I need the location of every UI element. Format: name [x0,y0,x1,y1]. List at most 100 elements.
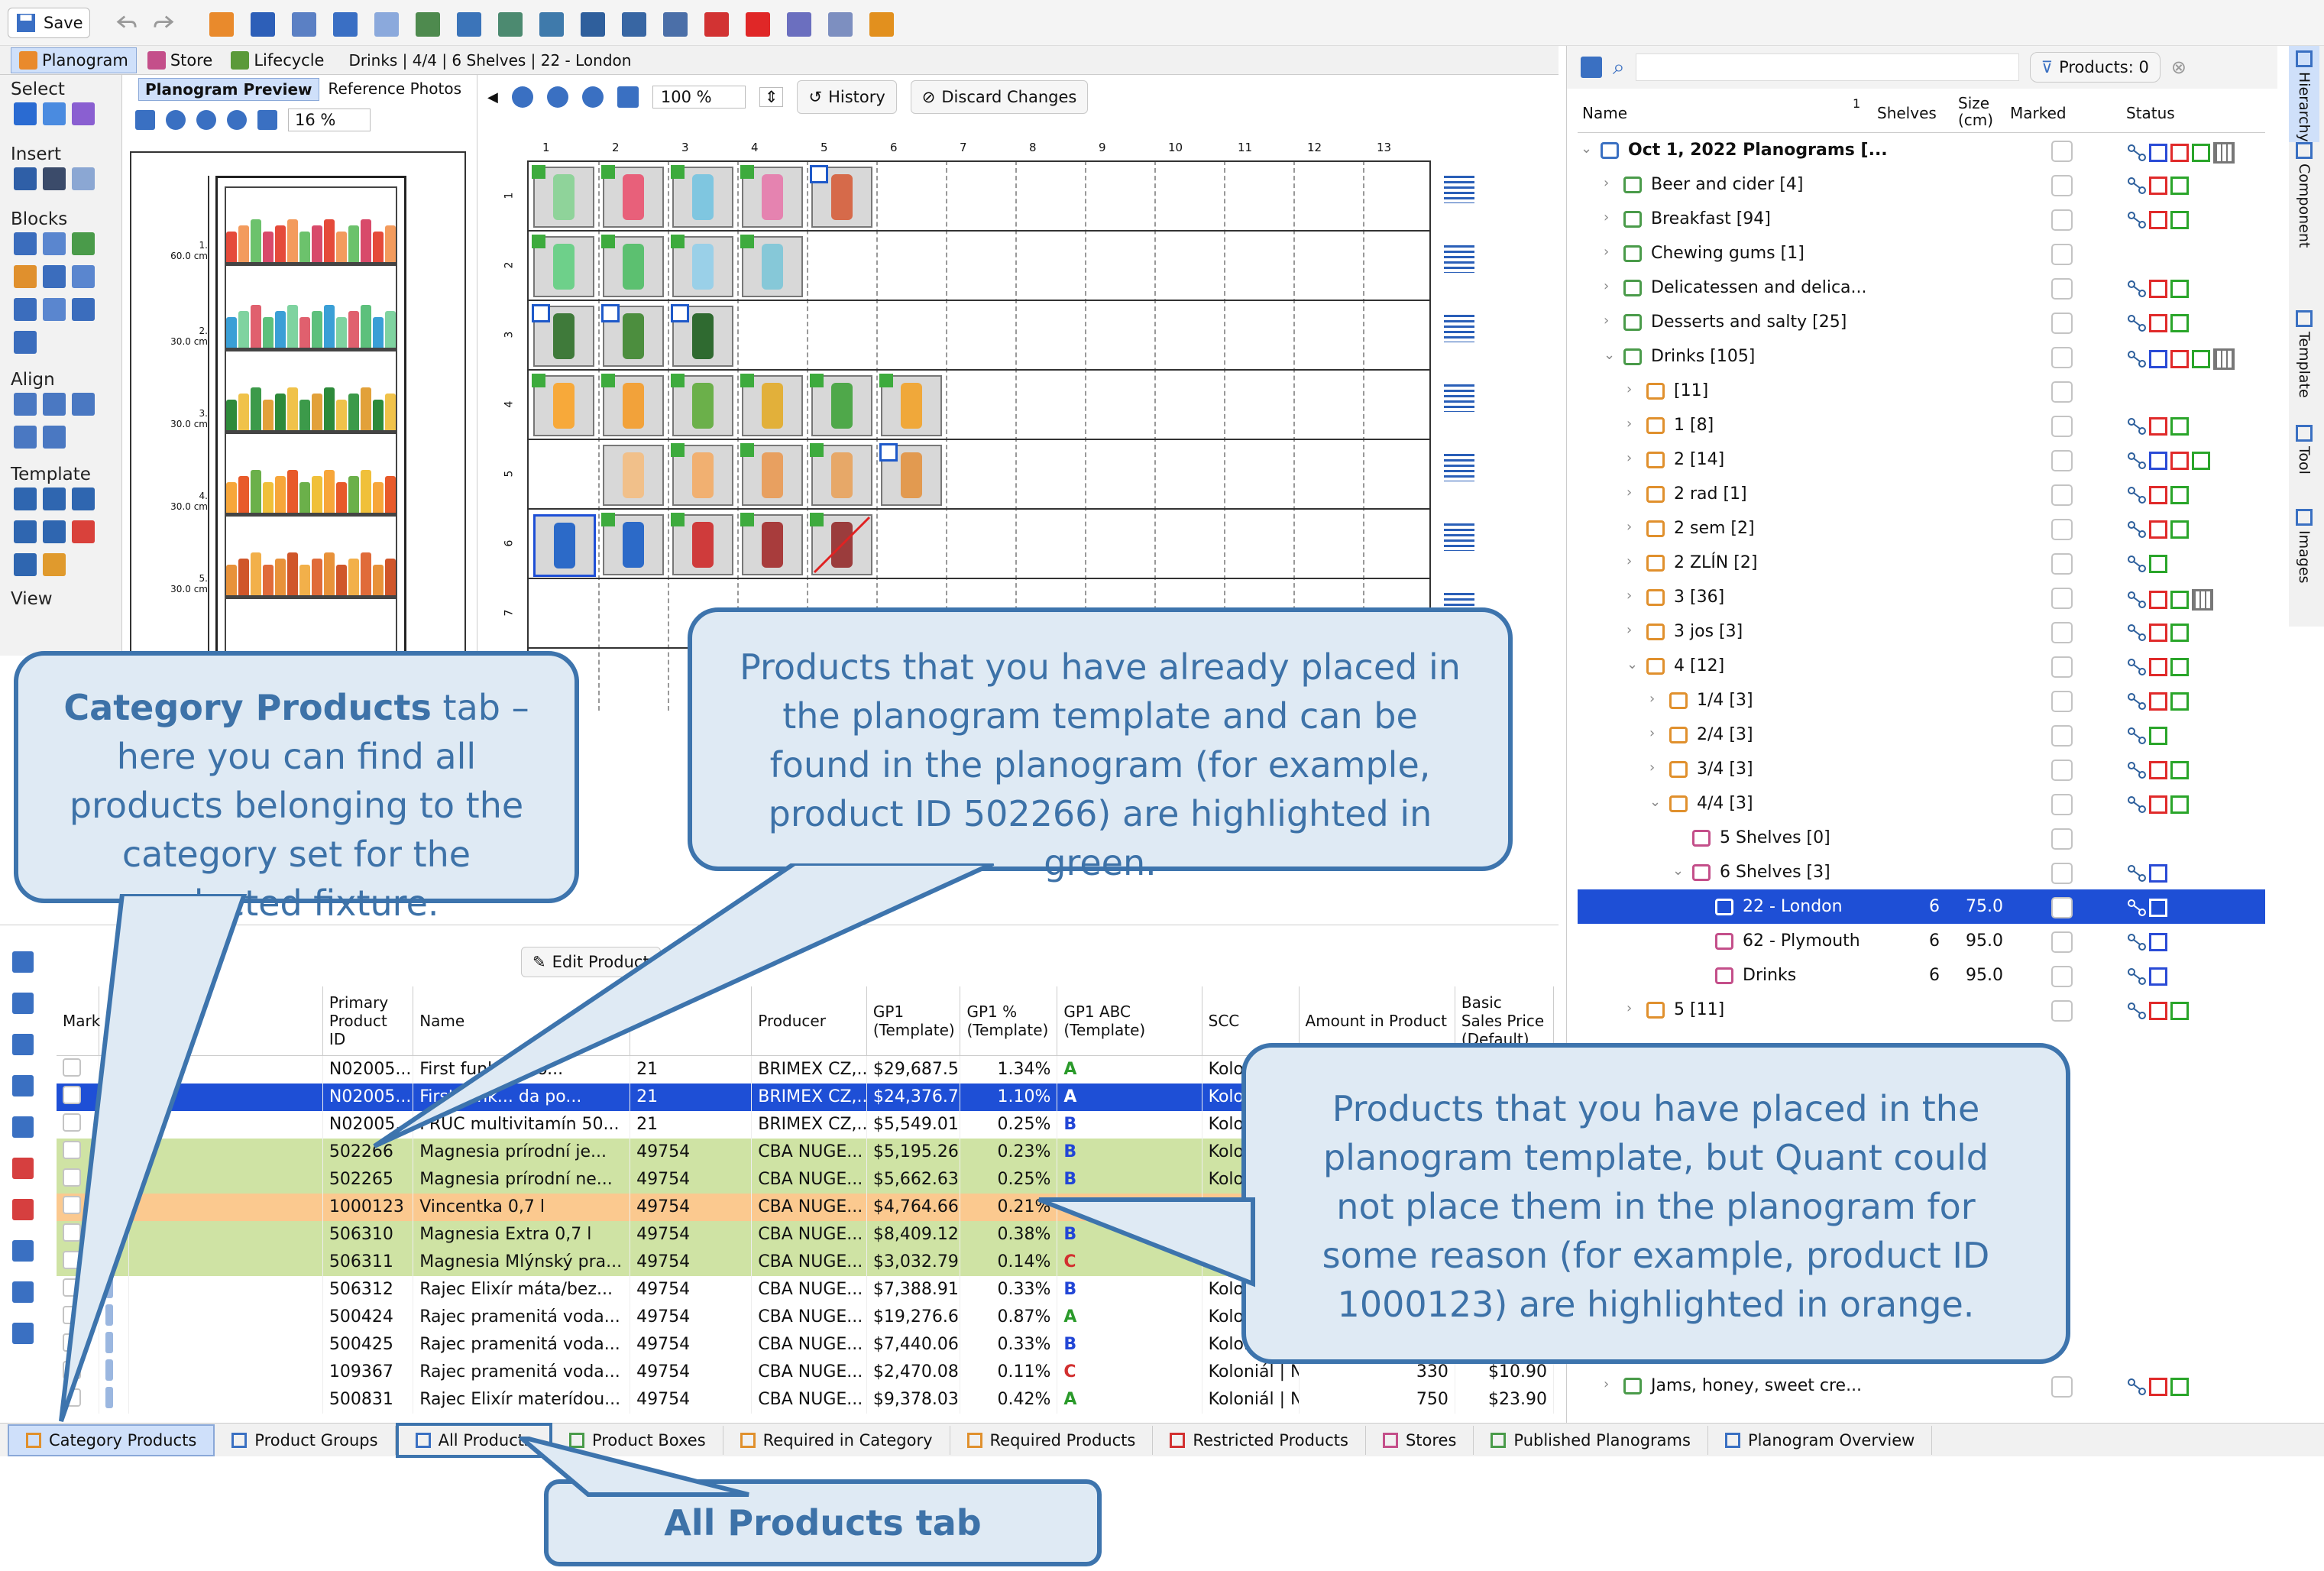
block-icon-3[interactable] [72,232,95,255]
block-icon-7[interactable] [43,298,66,321]
tree-row[interactable]: › 1/4 [3] [1578,683,2265,717]
marked-checkbox[interactable] [2051,278,2073,300]
chevron-right-icon[interactable]: › [1604,209,1609,225]
tree-row[interactable]: ⌄ 4/4 [3] [1578,786,2265,821]
planogram-product-tile[interactable] [671,235,733,297]
chevron-right-icon[interactable]: › [1604,244,1609,260]
product-tool-icon-2[interactable] [12,993,34,1014]
zoom-stepper-icon[interactable]: ⇕ [759,87,784,107]
marked-checkbox[interactable] [2051,897,2073,918]
planogram-product-tile[interactable] [740,513,803,575]
template-icon-7[interactable] [14,553,37,576]
shelf-handle-icon[interactable] [1444,384,1474,412]
map-icon[interactable] [622,12,646,37]
columns-icon[interactable] [292,12,316,37]
marked-checkbox[interactable] [2051,381,2073,403]
chevron-down-icon[interactable]: ⌄ [1581,141,1592,157]
planogram-product-tile[interactable] [533,514,596,577]
align-left-icon[interactable] [14,393,37,416]
tree-row[interactable]: › Beer and cider [4] [1578,167,2265,202]
marked-checkbox[interactable] [2051,209,2073,231]
redo-icon[interactable] [151,12,176,34]
table-icon[interactable] [581,12,605,37]
tree-row[interactable]: › 2/4 [3] [1578,717,2265,752]
tree-row[interactable]: › 2 sem [2] [1578,511,2265,546]
planogram-product-tile[interactable] [603,445,664,506]
planogram-product-tile[interactable] [601,165,664,228]
tree-row[interactable]: › Chewing gums [1] [1578,236,2265,270]
arrange-icon[interactable] [416,12,440,37]
tree-row[interactable]: › 5 [11] [1578,993,2265,1027]
select-area-icon[interactable] [72,102,95,125]
chevron-right-icon[interactable]: › [1649,691,1655,707]
marked-checkbox[interactable] [2051,828,2073,850]
editor-fit-icon[interactable] [617,86,639,108]
clear-filter-icon[interactable]: ⊗ [2171,57,2186,78]
marked-checkbox[interactable] [2051,760,2073,781]
camera-icon[interactable] [333,12,358,37]
planogram-product-tile[interactable] [879,443,942,506]
marked-checkbox[interactable] [2051,588,2073,609]
block-icon-6[interactable] [72,265,95,288]
marked-checkbox[interactable] [2051,931,2073,953]
tree-row[interactable]: ⌄ Oct 1, 2022 Planograms [... [1578,133,2265,167]
zoom-fit-icon[interactable] [227,110,247,130]
tab-planogram[interactable]: Planogram [11,47,137,73]
bottom-tab-published-planograms[interactable]: Published Planograms [1474,1425,1708,1455]
tree-row[interactable]: ⌄ 4 [12] [1578,649,2265,683]
collapse-left-icon[interactable]: ◀ [487,89,498,105]
home-icon[interactable] [663,12,688,37]
history-button[interactable]: ↺ History [797,80,897,114]
tree-row[interactable]: › Breakfast [94] [1578,202,2265,236]
magic-icon[interactable] [787,12,811,37]
marked-checkbox[interactable] [2051,966,2073,987]
block-icon-1[interactable] [14,232,37,255]
shelf-handle-icon[interactable] [1444,245,1474,273]
planogram-product-tile[interactable] [671,165,733,228]
marked-checkbox[interactable] [2051,347,2073,368]
chevron-right-icon[interactable]: › [1626,450,1632,466]
shelves-icon[interactable] [251,12,275,37]
side-tab-tool[interactable]: Tool [2289,420,2319,475]
tree-row[interactable]: › Desserts and salty [25] [1578,305,2265,339]
planogram-product-tile[interactable] [671,374,733,436]
tree-row[interactable]: › Jams, honey, sweet cre... [1578,1369,2265,1403]
marked-checkbox[interactable] [2051,794,2073,815]
planogram-product-tile[interactable] [810,513,872,575]
col-marked[interactable]: Marked [2010,104,2067,122]
planogram-product-tile[interactable] [532,235,594,297]
marked-checkbox[interactable] [2051,313,2073,334]
layout-icon[interactable] [457,12,481,37]
planogram-product-tile[interactable] [601,374,664,436]
col-status[interactable]: Status [2126,104,2175,122]
tree-row[interactable]: › 3 jos [3] [1578,614,2265,649]
marked-checkbox[interactable] [2051,141,2073,162]
col-gp1-abc[interactable]: GP1 ABC (Template) [1057,986,1202,1055]
planogram-product-tile[interactable] [740,165,803,228]
tree-row[interactable]: Drinks 6 95.0 [1578,958,2265,993]
chevron-right-icon[interactable]: › [1626,1000,1632,1016]
marked-checkbox[interactable] [2051,484,2073,506]
fit-page-icon[interactable] [257,110,277,130]
template-icon-3[interactable] [72,487,95,510]
move-icon[interactable] [14,298,37,321]
stop-icon[interactable] [746,12,770,37]
block-icon-5[interactable] [43,265,66,288]
chevron-right-icon[interactable]: › [1626,519,1632,535]
lasso-icon[interactable] [43,102,66,125]
table-row[interactable]: 500831 Rajec Elixír materídou... 49754 CBA … [57,1385,1554,1414]
block-icon-9[interactable] [14,331,37,354]
auto-fill-icon[interactable] [209,12,234,37]
tree-row[interactable]: › 3/4 [3] [1578,752,2265,786]
planogram-product-tile[interactable] [740,235,803,297]
editor-zoom-out-icon[interactable] [546,86,568,108]
planogram-product-tile[interactable] [601,304,664,367]
side-tab-component[interactable]: Component [2289,138,2319,248]
planogram-product-tile[interactable] [879,374,942,436]
planogram-product-tile[interactable] [810,374,872,436]
insert-divider-icon[interactable] [43,167,66,190]
chart-icon-2[interactable] [12,1323,34,1344]
tab-planogram-preview[interactable]: Planogram Preview [138,78,319,101]
save-button[interactable]: Save [8,8,90,38]
table-view-icon[interactable] [1581,57,1602,78]
